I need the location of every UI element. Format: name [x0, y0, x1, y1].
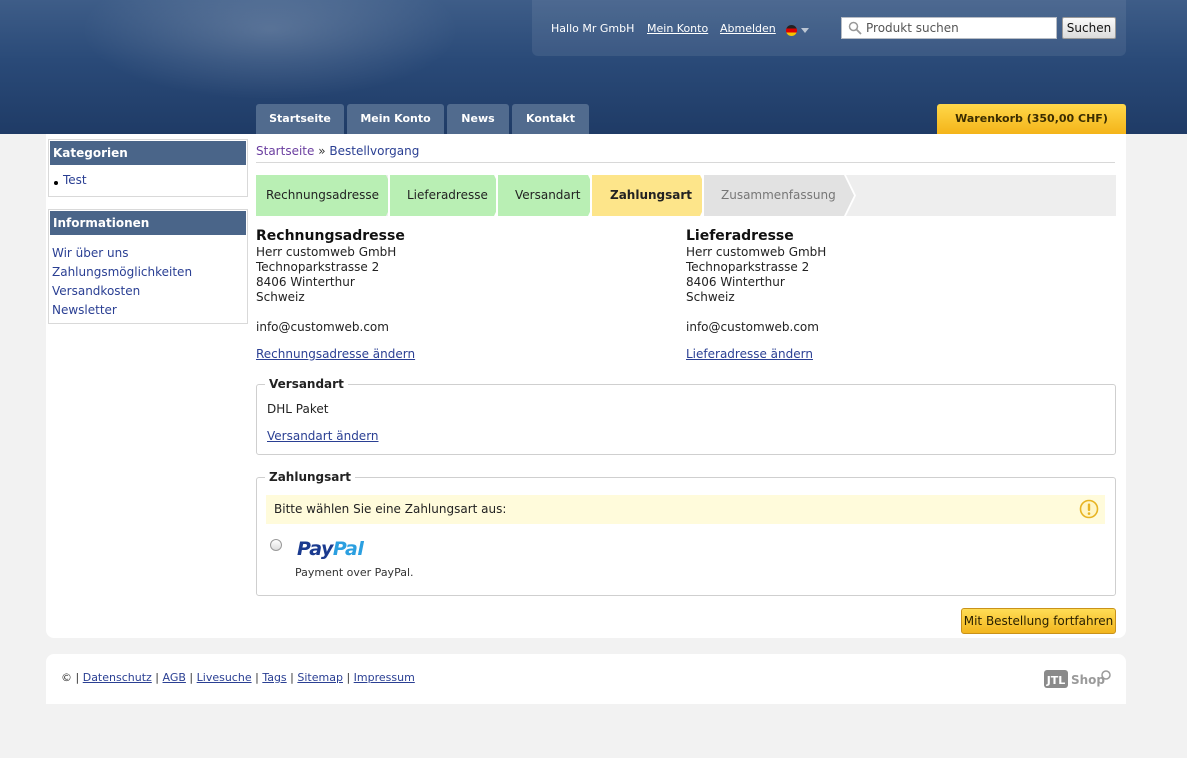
footer-separator: |: [346, 671, 351, 684]
step-payment-method[interactable]: Zahlungsart: [592, 175, 710, 216]
jtl-logo-word: Shop: [1071, 673, 1105, 687]
footer-link-imprint[interactable]: Impressum: [354, 671, 415, 684]
sidebar-information-box: Informationen Wir über uns Zahlungsmögli…: [48, 209, 248, 324]
step-label: Rechnungsadresse: [266, 188, 379, 202]
warning-icon: [1079, 499, 1099, 519]
footer-separator: |: [155, 671, 160, 684]
sidebar-item-newsletter[interactable]: Newsletter: [52, 301, 247, 320]
sidebar-category-link-test[interactable]: Test: [63, 173, 87, 187]
paypal-logo-pay: Pay: [297, 538, 333, 560]
bullet-icon: [54, 181, 58, 185]
billing-address-line: 8406 Winterthur: [256, 275, 355, 289]
continue-order-button[interactable]: Mit Bestellung fortfahren: [961, 608, 1116, 634]
change-delivery-address-link[interactable]: Lieferadresse ändern: [686, 347, 813, 361]
billing-address-line: Herr customweb GmbH: [256, 245, 397, 259]
paypal-description: Payment over PayPal.: [295, 566, 414, 579]
footer-separator: |: [255, 671, 259, 684]
payment-method-legend: Zahlungsart: [265, 470, 356, 484]
copyright-symbol: ©: [61, 671, 72, 684]
search-input[interactable]: [866, 20, 1052, 36]
chevron-down-icon[interactable]: [801, 28, 809, 33]
delivery-email: info@customweb.com: [686, 320, 819, 334]
breadcrumb: Startseite » Bestellvorgang: [256, 144, 419, 158]
billing-address-line: Technoparkstrasse 2: [256, 260, 380, 274]
site-header: Hallo Mr GmbH Mein Konto Abmelden Suchen…: [0, 0, 1187, 134]
logout-link[interactable]: Abmelden: [720, 22, 776, 35]
sidebar-categories-box: Kategorien Test: [48, 139, 248, 197]
german-flag-icon[interactable]: [786, 25, 797, 36]
step-billing-address[interactable]: Rechnungsadresse: [256, 175, 396, 216]
payment-notice: Bitte wählen Sie eine Zahlungsart aus:: [266, 495, 1105, 524]
sidebar-item-payment-options[interactable]: Zahlungsmöglichkeiten: [52, 263, 247, 282]
my-account-link[interactable]: Mein Konto: [647, 22, 708, 35]
footer-links: © | Datenschutz | AGB | Livesuche | Tags…: [61, 671, 415, 684]
billing-email: info@customweb.com: [256, 320, 389, 334]
billing-address-line: Schweiz: [256, 290, 305, 304]
nav-tab-my-account[interactable]: Mein Konto: [347, 104, 444, 134]
step-summary: Zusammenfassung: [704, 175, 854, 216]
shipping-method-value: DHL Paket: [267, 402, 329, 416]
delivery-address-line: Schweiz: [686, 290, 735, 304]
delivery-address-title: Lieferadresse: [686, 228, 794, 244]
paypal-logo-pal: Pal: [332, 538, 364, 560]
greeting-text: Hallo Mr GmbH: [551, 22, 635, 35]
footer-separator: |: [75, 671, 80, 684]
sidebar-item-about-us[interactable]: Wir über uns: [52, 244, 247, 263]
search-box: [841, 17, 1057, 39]
change-shipping-method-link[interactable]: Versandart ändern: [267, 429, 379, 443]
footer-link-sitemap[interactable]: Sitemap: [297, 671, 343, 684]
delivery-address-line: Technoparkstrasse 2: [686, 260, 810, 274]
search-button[interactable]: Suchen: [1062, 17, 1116, 39]
sidebar-categories-title: Kategorien: [50, 141, 246, 165]
checkout-steps: Rechnungsadresse Lieferadresse Versandar…: [256, 175, 1116, 216]
footer-link-live-search[interactable]: Livesuche: [197, 671, 252, 684]
step-label: Zusammenfassung: [721, 188, 836, 202]
footer-separator: |: [189, 671, 194, 684]
step-label: Versandart: [515, 188, 581, 202]
footer-separator: |: [290, 671, 294, 684]
breadcrumb-current: Bestellvorgang: [329, 144, 420, 158]
jtl-shop-logo[interactable]: JTL Shop: [1044, 668, 1112, 690]
nav-tab-contact[interactable]: Kontakt: [512, 104, 589, 134]
search-icon: [848, 21, 862, 35]
footer-link-terms[interactable]: AGB: [163, 671, 186, 684]
footer-link-tags[interactable]: Tags: [262, 671, 286, 684]
breadcrumb-separator: »: [318, 144, 326, 158]
site-footer: © | Datenschutz | AGB | Livesuche | Tags…: [46, 654, 1126, 704]
footer-link-privacy[interactable]: Datenschutz: [83, 671, 152, 684]
billing-address-title: Rechnungsadresse: [256, 228, 405, 244]
sidebar-category-item[interactable]: Test: [49, 166, 247, 193]
cart-button[interactable]: Warenkorb (350,00 CHF): [937, 104, 1126, 134]
paypal-logo[interactable]: PayPal: [297, 538, 364, 560]
step-label: Lieferadresse: [407, 188, 488, 202]
step-label: Zahlungsart: [610, 188, 693, 202]
breadcrumb-home-link[interactable]: Startseite: [256, 144, 314, 158]
breadcrumb-divider: [256, 162, 1115, 163]
paypal-radio[interactable]: [270, 539, 282, 551]
sidebar-item-shipping-costs[interactable]: Versandkosten: [52, 282, 247, 301]
payment-notice-text: Bitte wählen Sie eine Zahlungsart aus:: [274, 502, 507, 516]
step-shipping-method[interactable]: Versandart: [498, 175, 598, 216]
jtl-logo-mark: JTL: [1046, 674, 1066, 687]
nav-tab-news[interactable]: News: [447, 104, 509, 134]
step-delivery-address[interactable]: Lieferadresse: [390, 175, 504, 216]
change-billing-address-link[interactable]: Rechnungsadresse ändern: [256, 347, 415, 361]
sidebar-information-title: Informationen: [50, 211, 246, 235]
shipping-method-section: [256, 384, 1116, 455]
delivery-address-line: Herr customweb GmbH: [686, 245, 827, 259]
delivery-address-line: 8406 Winterthur: [686, 275, 785, 289]
shipping-method-legend: Versandart: [265, 377, 348, 391]
nav-tab-home[interactable]: Startseite: [256, 104, 344, 134]
